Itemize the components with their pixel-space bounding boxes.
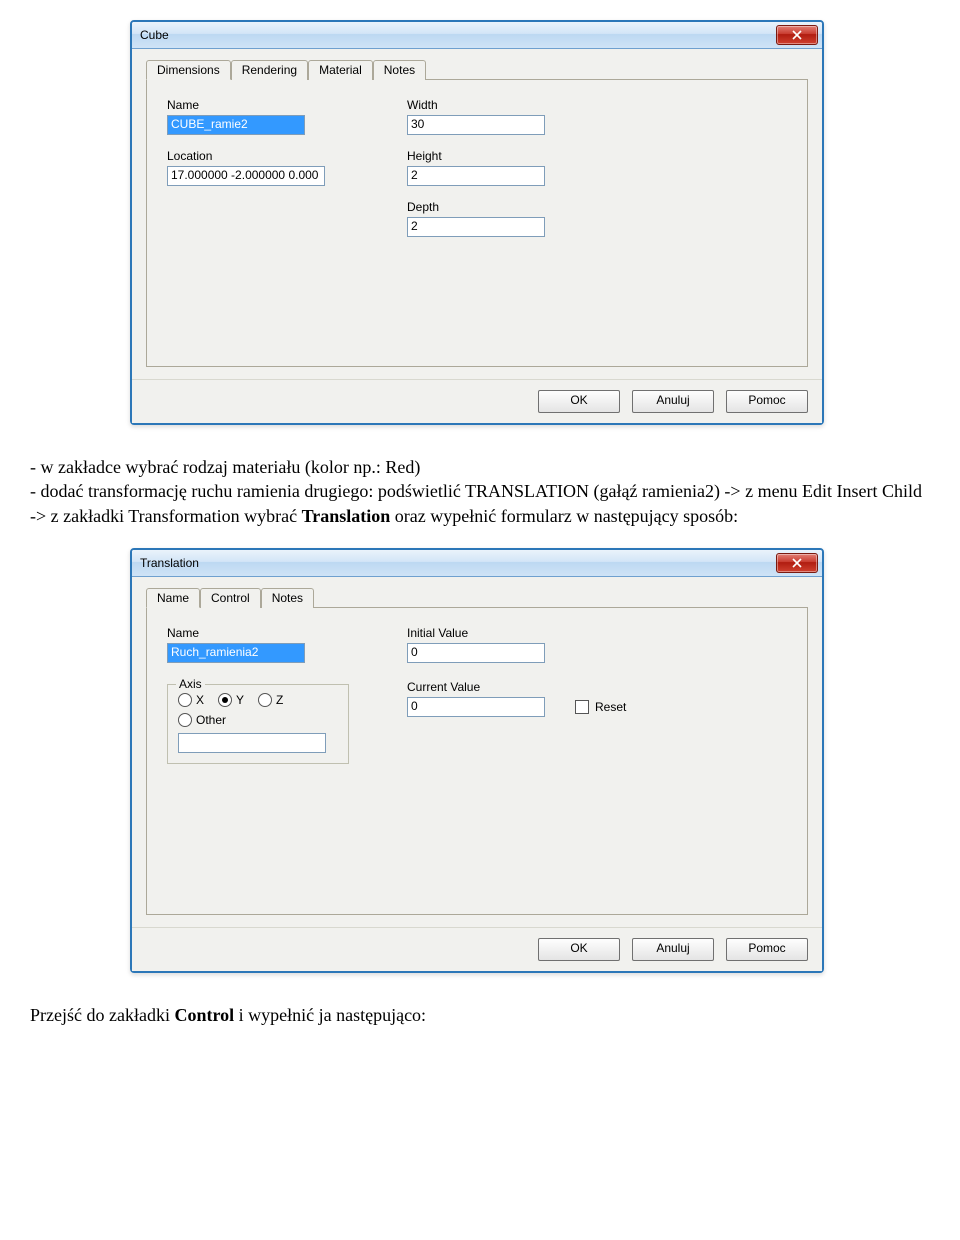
tab-panel-name: Name Ruch_ramienia2 Axis X Y Z Other — [146, 608, 808, 915]
width-label: Width — [407, 98, 597, 112]
initial-value-input[interactable]: 0 — [407, 643, 545, 663]
close-icon — [792, 30, 802, 40]
tab-notes[interactable]: Notes — [261, 588, 314, 608]
axis-z-radio[interactable]: Z — [258, 693, 283, 707]
titlebar[interactable]: Cube — [132, 22, 822, 49]
axis-group-label: Axis — [176, 677, 205, 691]
depth-input[interactable]: 2 — [407, 217, 545, 237]
current-value-input[interactable]: 0 — [407, 697, 545, 717]
name-input[interactable]: CUBE_ramie2 — [167, 115, 305, 135]
tab-material[interactable]: Material — [308, 60, 373, 80]
close-icon — [792, 558, 802, 568]
p2b: Control — [174, 1005, 234, 1025]
axis-other-input[interactable] — [178, 733, 326, 753]
axis-y-label: Y — [236, 693, 244, 707]
tab-rendering[interactable]: Rendering — [231, 60, 308, 80]
bullet-transform-c: oraz wypełnić formularz w następujący sp… — [390, 506, 738, 526]
close-button[interactable] — [776, 25, 818, 45]
radio-icon — [218, 693, 232, 707]
bullet-material: - w zakładce wybrać rodzaj materiału (ko… — [30, 455, 930, 479]
axis-x-label: X — [196, 693, 204, 707]
name-label: Name — [167, 98, 357, 112]
titlebar[interactable]: Translation — [132, 550, 822, 577]
bullet-transform-b: Translation — [302, 506, 391, 526]
tab-notes[interactable]: Notes — [373, 60, 426, 80]
cancel-button[interactable]: Anuluj — [632, 938, 714, 961]
location-label: Location — [167, 149, 357, 163]
tab-control[interactable]: Control — [200, 588, 261, 608]
ok-button[interactable]: OK — [538, 390, 620, 413]
close-button[interactable] — [776, 553, 818, 573]
instruction-text-2: Przejść do zakładki Control i wypełnić j… — [30, 1003, 930, 1027]
tab-panel-dimensions: Name CUBE_ramie2 Width 30 Location 17.00… — [146, 80, 808, 367]
radio-icon — [258, 693, 272, 707]
initial-value-label: Initial Value — [407, 626, 647, 640]
tab-name[interactable]: Name — [146, 588, 200, 608]
tab-dimensions[interactable]: Dimensions — [146, 60, 231, 80]
window-title: Translation — [140, 556, 776, 570]
cancel-button[interactable]: Anuluj — [632, 390, 714, 413]
translation-dialog: Translation Name Control Notes Name Ruch… — [130, 548, 824, 973]
axis-y-radio[interactable]: Y — [218, 693, 244, 707]
current-value-label: Current Value — [407, 680, 647, 694]
radio-icon — [178, 693, 192, 707]
tab-bar: Name Control Notes — [146, 587, 808, 608]
checkbox-icon — [575, 700, 589, 714]
button-row: OK Anuluj Pomoc — [132, 927, 822, 971]
cube-dialog: Cube Dimensions Rendering Material Notes… — [130, 20, 824, 425]
reset-label: Reset — [595, 700, 626, 714]
help-button[interactable]: Pomoc — [726, 390, 808, 413]
height-label: Height — [407, 149, 597, 163]
instruction-text-1: - w zakładce wybrać rodzaj materiału (ko… — [30, 455, 930, 528]
axis-group: Axis X Y Z Other — [167, 684, 349, 764]
location-input[interactable]: 17.000000 -2.000000 0.000 — [167, 166, 325, 186]
radio-icon — [178, 713, 192, 727]
window-title: Cube — [140, 28, 776, 42]
depth-label: Depth — [407, 200, 597, 214]
width-input[interactable]: 30 — [407, 115, 545, 135]
axis-other-label: Other — [196, 713, 226, 727]
p2a: Przejść do zakładki — [30, 1005, 174, 1025]
help-button[interactable]: Pomoc — [726, 938, 808, 961]
name-input[interactable]: Ruch_ramienia2 — [167, 643, 305, 663]
ok-button[interactable]: OK — [538, 938, 620, 961]
tab-bar: Dimensions Rendering Material Notes — [146, 59, 808, 80]
name-label: Name — [167, 626, 357, 640]
reset-checkbox[interactable]: Reset — [575, 700, 626, 714]
height-input[interactable]: 2 — [407, 166, 545, 186]
axis-other-radio[interactable]: Other — [178, 713, 226, 727]
axis-x-radio[interactable]: X — [178, 693, 204, 707]
button-row: OK Anuluj Pomoc — [132, 379, 822, 423]
p2c: i wypełnić ja następująco: — [234, 1005, 426, 1025]
axis-z-label: Z — [276, 693, 283, 707]
